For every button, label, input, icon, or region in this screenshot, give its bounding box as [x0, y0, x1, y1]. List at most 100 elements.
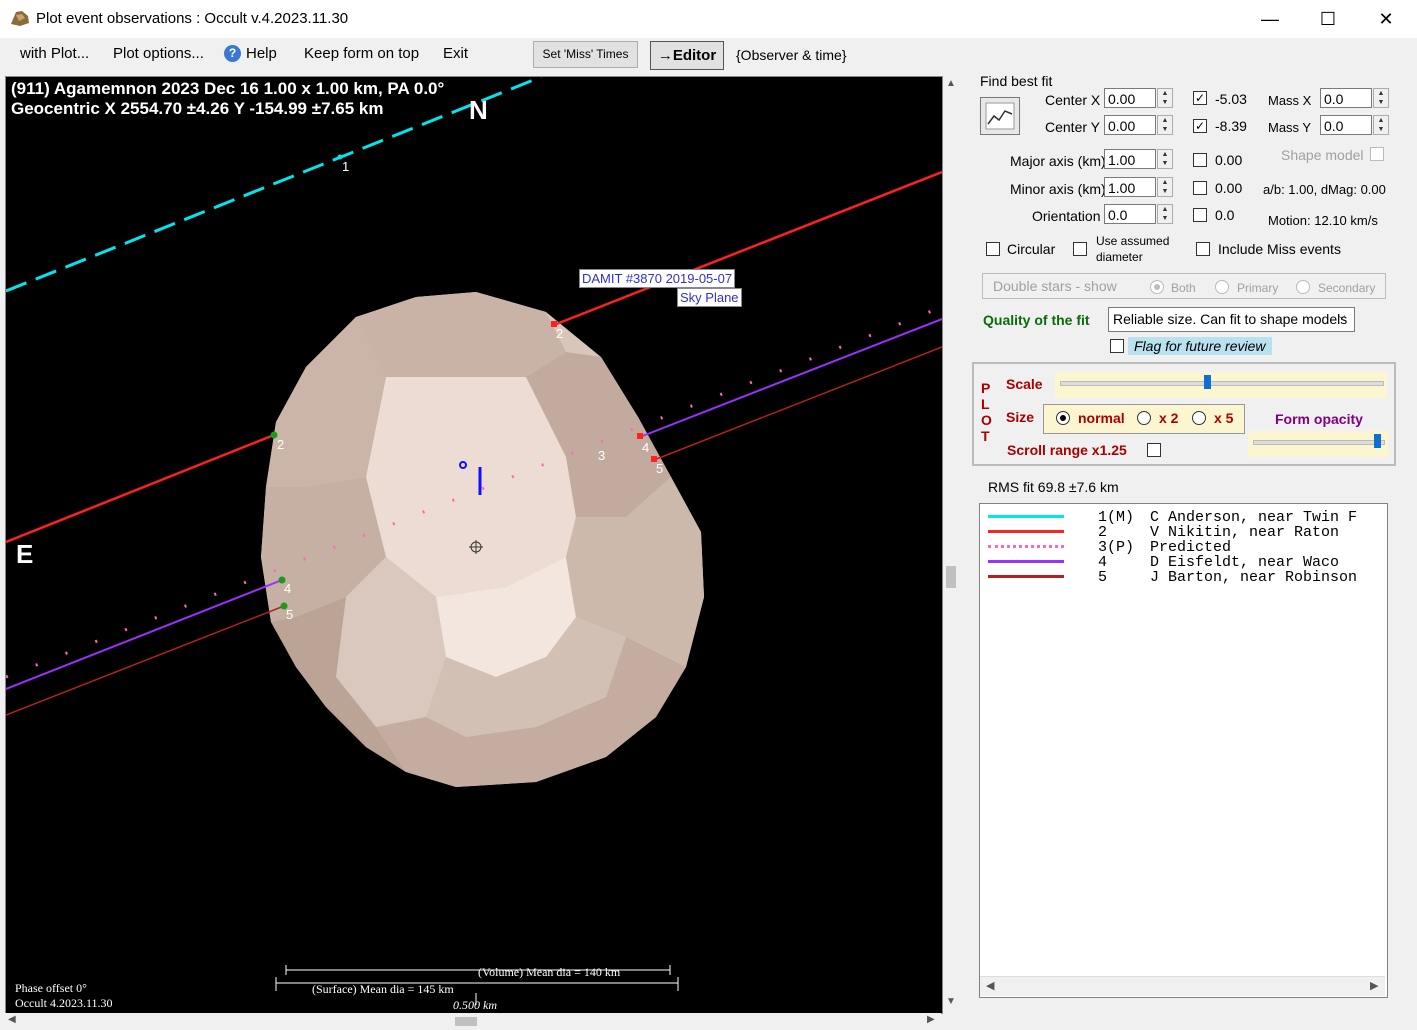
major-axis-result: 0.00 — [1215, 152, 1243, 168]
scale-slider-thumb[interactable] — [1204, 375, 1211, 389]
orientation-input[interactable]: 0.0 — [1104, 204, 1156, 224]
mass-x-input[interactable]: 0.0 — [1320, 88, 1372, 108]
minor-axis-input[interactable]: 1.00 — [1104, 177, 1156, 197]
major-axis-input[interactable]: 1.00 — [1104, 149, 1156, 169]
center-x-spinner[interactable]: ▲ ▼ — [1157, 88, 1173, 108]
minor-axis-checkbox[interactable] — [1193, 181, 1207, 195]
observer-time-button[interactable]: {Observer & time} — [736, 47, 847, 63]
editor-button[interactable]: →Editor — [650, 41, 724, 70]
menu-plot-options[interactable]: Plot options... — [113, 45, 204, 62]
flag-review-checkbox[interactable] — [1110, 339, 1124, 353]
list-item[interactable]: 4D Eisfeldt, near Waco — [980, 554, 1385, 571]
center-x-label: Center X — [1045, 92, 1101, 108]
use-assumed-label: Use assumed — [1096, 234, 1170, 248]
list-horizontal-scrollbar[interactable]: ◀ ▶ — [980, 976, 1385, 996]
chord-label-3: 3 — [598, 448, 606, 463]
major-axis-spinner[interactable]: ▲ ▼ — [1157, 149, 1173, 169]
form-opacity-thumb[interactable] — [1374, 434, 1381, 448]
both-label: Both — [1171, 281, 1196, 295]
menu-help[interactable]: Help — [246, 45, 277, 62]
plot-vertical-o: O — [981, 412, 992, 428]
title-bar: Plot event observations : Occult v.4.202… — [0, 0, 1417, 38]
set-miss-times-button[interactable]: Set 'Miss' Times — [533, 41, 638, 68]
observer-list[interactable]: 1(M) C Anderson, near Twin F2V Nikitin, n… — [979, 503, 1388, 998]
minor-axis-label: Minor axis (km) — [1010, 181, 1106, 197]
mass-x-spinner[interactable]: ▲ ▼ — [1373, 88, 1389, 108]
list-item[interactable]: 5 J Barton, near Robinson — [980, 569, 1385, 586]
list-item[interactable]: 3(P) Predicted — [980, 539, 1385, 556]
list-item[interactable]: 2V Nikitin, near Raton — [980, 524, 1385, 541]
scale-km: 0.500 km — [453, 998, 497, 1012]
orientation-spinner[interactable]: ▲ ▼ — [1157, 204, 1173, 224]
menu-keep-on-top[interactable]: Keep form on top — [304, 45, 419, 62]
double-stars-label: Double stars - show — [993, 278, 1117, 294]
orientation-label: Orientation — [1032, 208, 1101, 224]
center-x-result: -5.03 — [1215, 91, 1247, 107]
center-y-spinner[interactable]: ▲ ▼ — [1157, 115, 1173, 135]
menu-exit[interactable]: Exit — [443, 45, 468, 62]
find-best-fit-label: Find best fit — [980, 73, 1053, 89]
minor-axis-result: 0.00 — [1215, 180, 1243, 196]
sky-plane-label: Sky Plane — [677, 288, 742, 307]
app-icon — [11, 11, 29, 26]
major-axis-checkbox[interactable] — [1193, 153, 1207, 167]
circular-label: Circular — [1007, 241, 1056, 257]
shape-model-label: Shape model — [1281, 147, 1364, 163]
chord-label-4b: 4 — [284, 581, 292, 596]
center-y-checkbox[interactable]: ✓ — [1193, 119, 1207, 133]
horizontal-scroll-thumb[interactable] — [455, 1017, 477, 1026]
both-radio[interactable] — [1150, 280, 1164, 294]
primary-radio[interactable] — [1215, 280, 1229, 294]
plot-graphics — [6, 77, 942, 1005]
find-best-fit-button[interactable] — [980, 97, 1020, 135]
minor-axis-spinner[interactable]: ▲ ▼ — [1157, 177, 1173, 197]
circular-checkbox[interactable] — [986, 242, 1000, 256]
form-opacity-slider[interactable] — [1248, 431, 1388, 457]
minimize-button[interactable]: — — [1241, 0, 1299, 38]
legend-swatch — [988, 515, 1064, 518]
center-y-input[interactable]: 0.00 — [1104, 115, 1156, 135]
close-button[interactable]: ✕ — [1357, 0, 1415, 38]
secondary-radio[interactable] — [1296, 280, 1310, 294]
size-x5-radio[interactable] — [1192, 411, 1206, 425]
mass-y-label: Mass Y — [1268, 120, 1312, 135]
shape-model-checkbox[interactable] — [1370, 147, 1384, 161]
north-label: N — [469, 95, 488, 125]
plot-vertical-scrollbar[interactable]: ▲ ▼ — [943, 76, 960, 1012]
quality-dropdown[interactable]: Reliable size. Can fit to shape models ⌵ — [1108, 307, 1355, 332]
size-x2-radio[interactable] — [1137, 411, 1151, 425]
plot-horizontal-scrollbar[interactable]: ◀ ▶ — [5, 1013, 941, 1029]
size-normal-radio[interactable] — [1056, 411, 1070, 425]
menu-with-plot[interactable]: with Plot... — [20, 45, 89, 62]
use-assumed-checkbox[interactable] — [1073, 242, 1087, 256]
list-item[interactable]: 1(M) C Anderson, near Twin F — [980, 509, 1385, 526]
orientation-checkbox[interactable] — [1193, 208, 1207, 222]
legend-observer: J Barton, near Robinson — [1150, 569, 1358, 586]
form-opacity-label: Form opacity — [1275, 411, 1363, 427]
center-x-input[interactable]: 0.00 — [1104, 88, 1156, 108]
legend-swatch — [988, 530, 1064, 533]
plot-geocentric: Geocentric X 2554.70 ±4.26 Y -154.99 ±7.… — [11, 99, 384, 118]
legend-swatch — [988, 545, 1064, 548]
chord-5-line-right — [653, 346, 942, 461]
center-x-checkbox[interactable]: ✓ — [1193, 91, 1207, 105]
scale-slider[interactable] — [1055, 372, 1387, 398]
center-y-result: -8.39 — [1215, 118, 1247, 134]
phase-offset: Phase offset 0° — [15, 981, 87, 995]
size-normal-label: normal — [1078, 410, 1125, 426]
mass-y-input[interactable]: 0.0 — [1320, 115, 1372, 135]
include-miss-label: Include Miss events — [1218, 241, 1341, 257]
maximize-button[interactable]: ☐ — [1299, 0, 1357, 38]
size-x5-label: x 5 — [1214, 410, 1234, 426]
include-miss-checkbox[interactable] — [1196, 242, 1210, 256]
plot-canvas[interactable]: (911) Agamemnon 2023 Dec 16 1.00 x 1.00 … — [5, 76, 943, 1014]
vertical-scroll-thumb[interactable] — [946, 566, 956, 588]
help-icon[interactable]: ? — [224, 45, 241, 62]
plot-version: Occult 4.2023.11.30 — [15, 996, 113, 1010]
scroll-range-checkbox[interactable] — [1147, 443, 1161, 457]
mass-y-spinner[interactable]: ▲ ▼ — [1373, 115, 1389, 135]
chord-label-1: 1 — [342, 159, 350, 174]
chord-label-4a: 4 — [642, 440, 650, 455]
legend-swatch — [988, 560, 1064, 563]
scale-label: Scale — [1006, 376, 1043, 392]
